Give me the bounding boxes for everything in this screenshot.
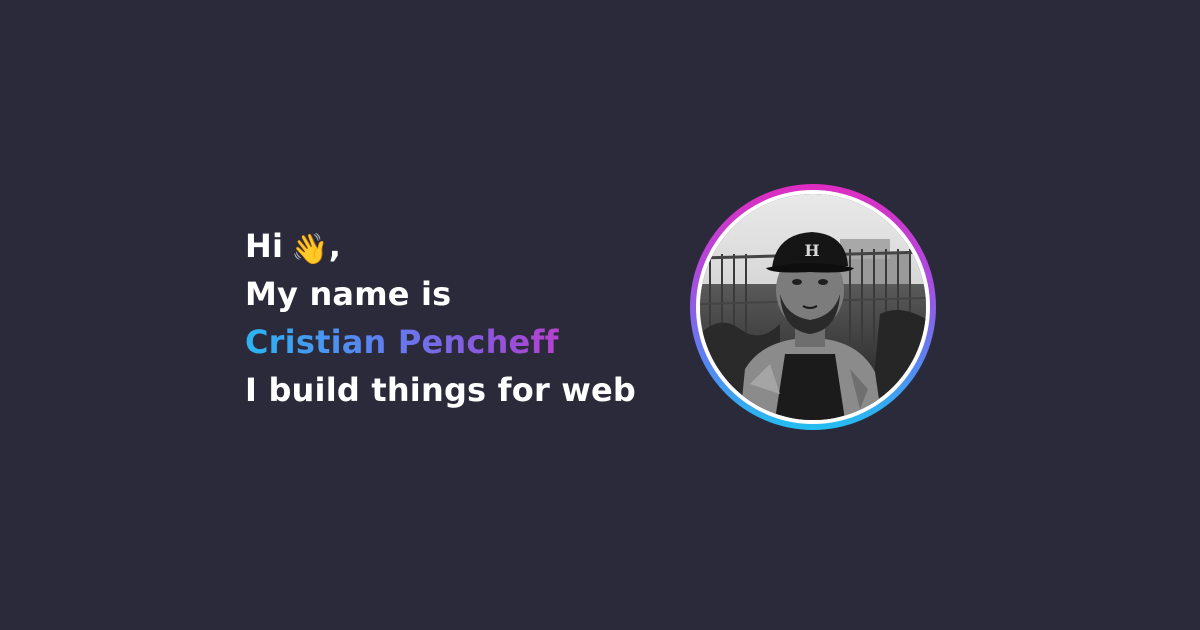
waving-hand-icon: 👋 <box>291 232 329 267</box>
avatar-ring: H <box>690 184 936 430</box>
profile-photo-icon: H <box>700 194 926 420</box>
name-intro-line: My name is <box>245 275 452 313</box>
greeting-text: Hi <box>245 227 284 265</box>
avatar: H <box>700 194 926 420</box>
tagline: I build things for web <box>245 371 637 409</box>
svg-text:H: H <box>804 241 819 260</box>
greeting-line: Hi 👋, <box>245 222 636 270</box>
person-name: Cristian Pencheff <box>245 318 636 366</box>
greeting-suffix: , <box>328 227 342 265</box>
hero-section: Hi 👋, My name is Cristian Pencheff I buil… <box>0 0 1200 630</box>
intro-text: Hi 👋, My name is Cristian Pencheff I buil… <box>245 222 636 414</box>
